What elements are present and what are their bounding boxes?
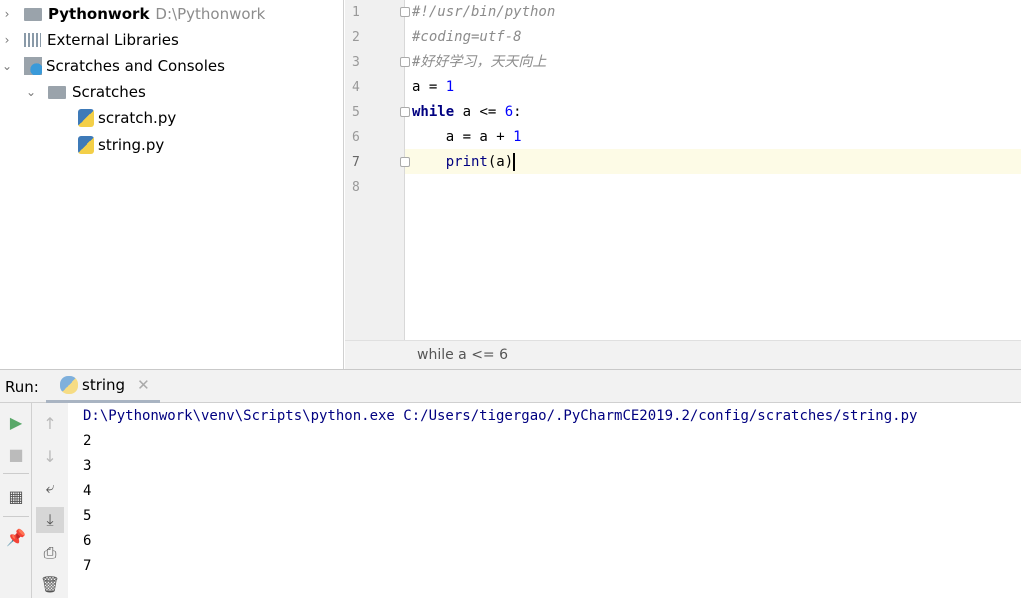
- code-token: (a): [487, 154, 514, 170]
- fold-icon[interactable]: [400, 57, 410, 67]
- tree-item-scratches[interactable]: ⌄ Scratches: [24, 79, 146, 105]
- code-line: print(a): [412, 150, 516, 175]
- line-number: 6: [352, 130, 360, 145]
- code-token: 1: [513, 129, 522, 145]
- trash-icon[interactable]: 🗑: [36, 571, 64, 597]
- run-icon[interactable]: ▶: [2, 409, 30, 435]
- line-number: 5: [352, 105, 360, 120]
- tree-item-external-libraries[interactable]: › External Libraries: [0, 27, 179, 53]
- console-line: 7: [83, 558, 92, 574]
- project-path: D:\Pythonwork: [155, 5, 266, 23]
- console-line: 5: [83, 508, 92, 524]
- close-icon[interactable]: ✕: [137, 376, 150, 394]
- python-file-icon: [78, 136, 94, 154]
- code-line: #coding=utf-8: [412, 29, 522, 45]
- tree-item-label: scratch.py: [98, 109, 177, 127]
- code-line: while a <= 6:: [412, 100, 522, 125]
- code-token: while: [412, 104, 455, 120]
- arrow-down-icon[interactable]: ↓: [36, 443, 64, 469]
- line-number: 2: [352, 30, 360, 45]
- console-toolbar: ↑ ↓ ⤶ ⤓ ⎙ 🗑: [32, 403, 68, 598]
- run-toolbar: Run: string ✕: [0, 369, 1021, 403]
- code-token: print: [445, 154, 488, 170]
- code-line: a = a + 1: [412, 125, 522, 150]
- code-editor[interactable]: 1 2 3 4 5 6 7 8 #!/usr/bin/python #codin…: [345, 0, 1021, 340]
- run-tab-string[interactable]: string ✕: [46, 370, 160, 403]
- console-line: 3: [83, 458, 92, 474]
- console-line: 6: [83, 533, 92, 549]
- tree-item-label: string.py: [98, 136, 165, 154]
- code-token: a <=: [454, 104, 505, 120]
- chevron-down-icon[interactable]: ⌄: [24, 85, 38, 99]
- fold-icon[interactable]: [400, 107, 410, 117]
- console-line: 4: [83, 483, 92, 499]
- code-line: #好好学习，天天向上: [412, 54, 547, 70]
- layout-icon[interactable]: ▦: [2, 483, 30, 509]
- line-number: 4: [352, 80, 360, 95]
- fold-icon[interactable]: [400, 7, 410, 17]
- tree-item-label: Scratches: [72, 83, 146, 101]
- tab-label: string: [82, 376, 126, 394]
- folder-icon: [48, 85, 66, 99]
- run-side-toolbar: ▶ ■ ▦ 📌: [0, 403, 32, 598]
- code-token: :: [513, 104, 522, 120]
- soft-wrap-icon[interactable]: ⤶: [36, 475, 64, 501]
- console-command: D:\Pythonwork\venv\Scripts\python.exe C:…: [83, 408, 918, 424]
- chevron-right-icon[interactable]: ›: [0, 33, 14, 47]
- console-line: 2: [83, 433, 92, 449]
- code-token: 6: [504, 104, 514, 120]
- line-number: 3: [352, 55, 360, 70]
- line-gutter: 1 2 3 4 5 6 7 8: [345, 0, 410, 340]
- tree-item-label: External Libraries: [47, 31, 179, 49]
- breadcrumb[interactable]: while a <= 6: [345, 340, 1021, 369]
- chevron-right-icon[interactable]: ›: [0, 7, 14, 21]
- code-line: a = 1: [412, 75, 454, 100]
- scroll-to-end-icon[interactable]: ⤓: [36, 507, 64, 533]
- python-icon: [60, 376, 78, 394]
- folder-icon: [24, 7, 42, 21]
- code-token: 1: [445, 79, 455, 95]
- python-file-icon: [78, 109, 94, 127]
- chevron-down-icon[interactable]: ⌄: [0, 59, 14, 73]
- pin-icon[interactable]: 📌: [2, 524, 30, 550]
- project-name: Pythonwork: [48, 5, 150, 23]
- code-token: a =: [412, 79, 446, 95]
- tree-item-pythonwork[interactable]: › Pythonwork D:\Pythonwork: [0, 1, 266, 27]
- fold-icon[interactable]: [400, 157, 410, 167]
- code-line: #!/usr/bin/python: [412, 4, 556, 20]
- print-icon[interactable]: ⎙: [36, 540, 64, 566]
- library-icon: [24, 33, 41, 47]
- scratches-icon: [24, 57, 42, 75]
- tree-item-string-py[interactable]: string.py: [78, 132, 164, 158]
- arrow-up-icon[interactable]: ↑: [36, 410, 64, 436]
- tree-item-scratches-consoles[interactable]: ⌄ Scratches and Consoles: [0, 53, 225, 79]
- code-token: a = a +: [412, 129, 514, 145]
- line-number: 1: [352, 5, 360, 20]
- text-caret: [513, 153, 516, 171]
- tree-item-label: Scratches and Consoles: [46, 57, 225, 75]
- console-output[interactable]: D:\Pythonwork\venv\Scripts\python.exe C:…: [68, 403, 1021, 598]
- tree-item-scratch-py[interactable]: scratch.py: [78, 105, 176, 131]
- line-number: 8: [352, 180, 360, 195]
- line-number: 7: [352, 155, 360, 170]
- stop-icon[interactable]: ■: [2, 441, 30, 467]
- breadcrumb-item[interactable]: while a <= 6: [417, 347, 508, 363]
- run-label: Run:: [5, 378, 39, 396]
- project-panel: › Pythonwork D:\Pythonwork › External Li…: [0, 0, 344, 369]
